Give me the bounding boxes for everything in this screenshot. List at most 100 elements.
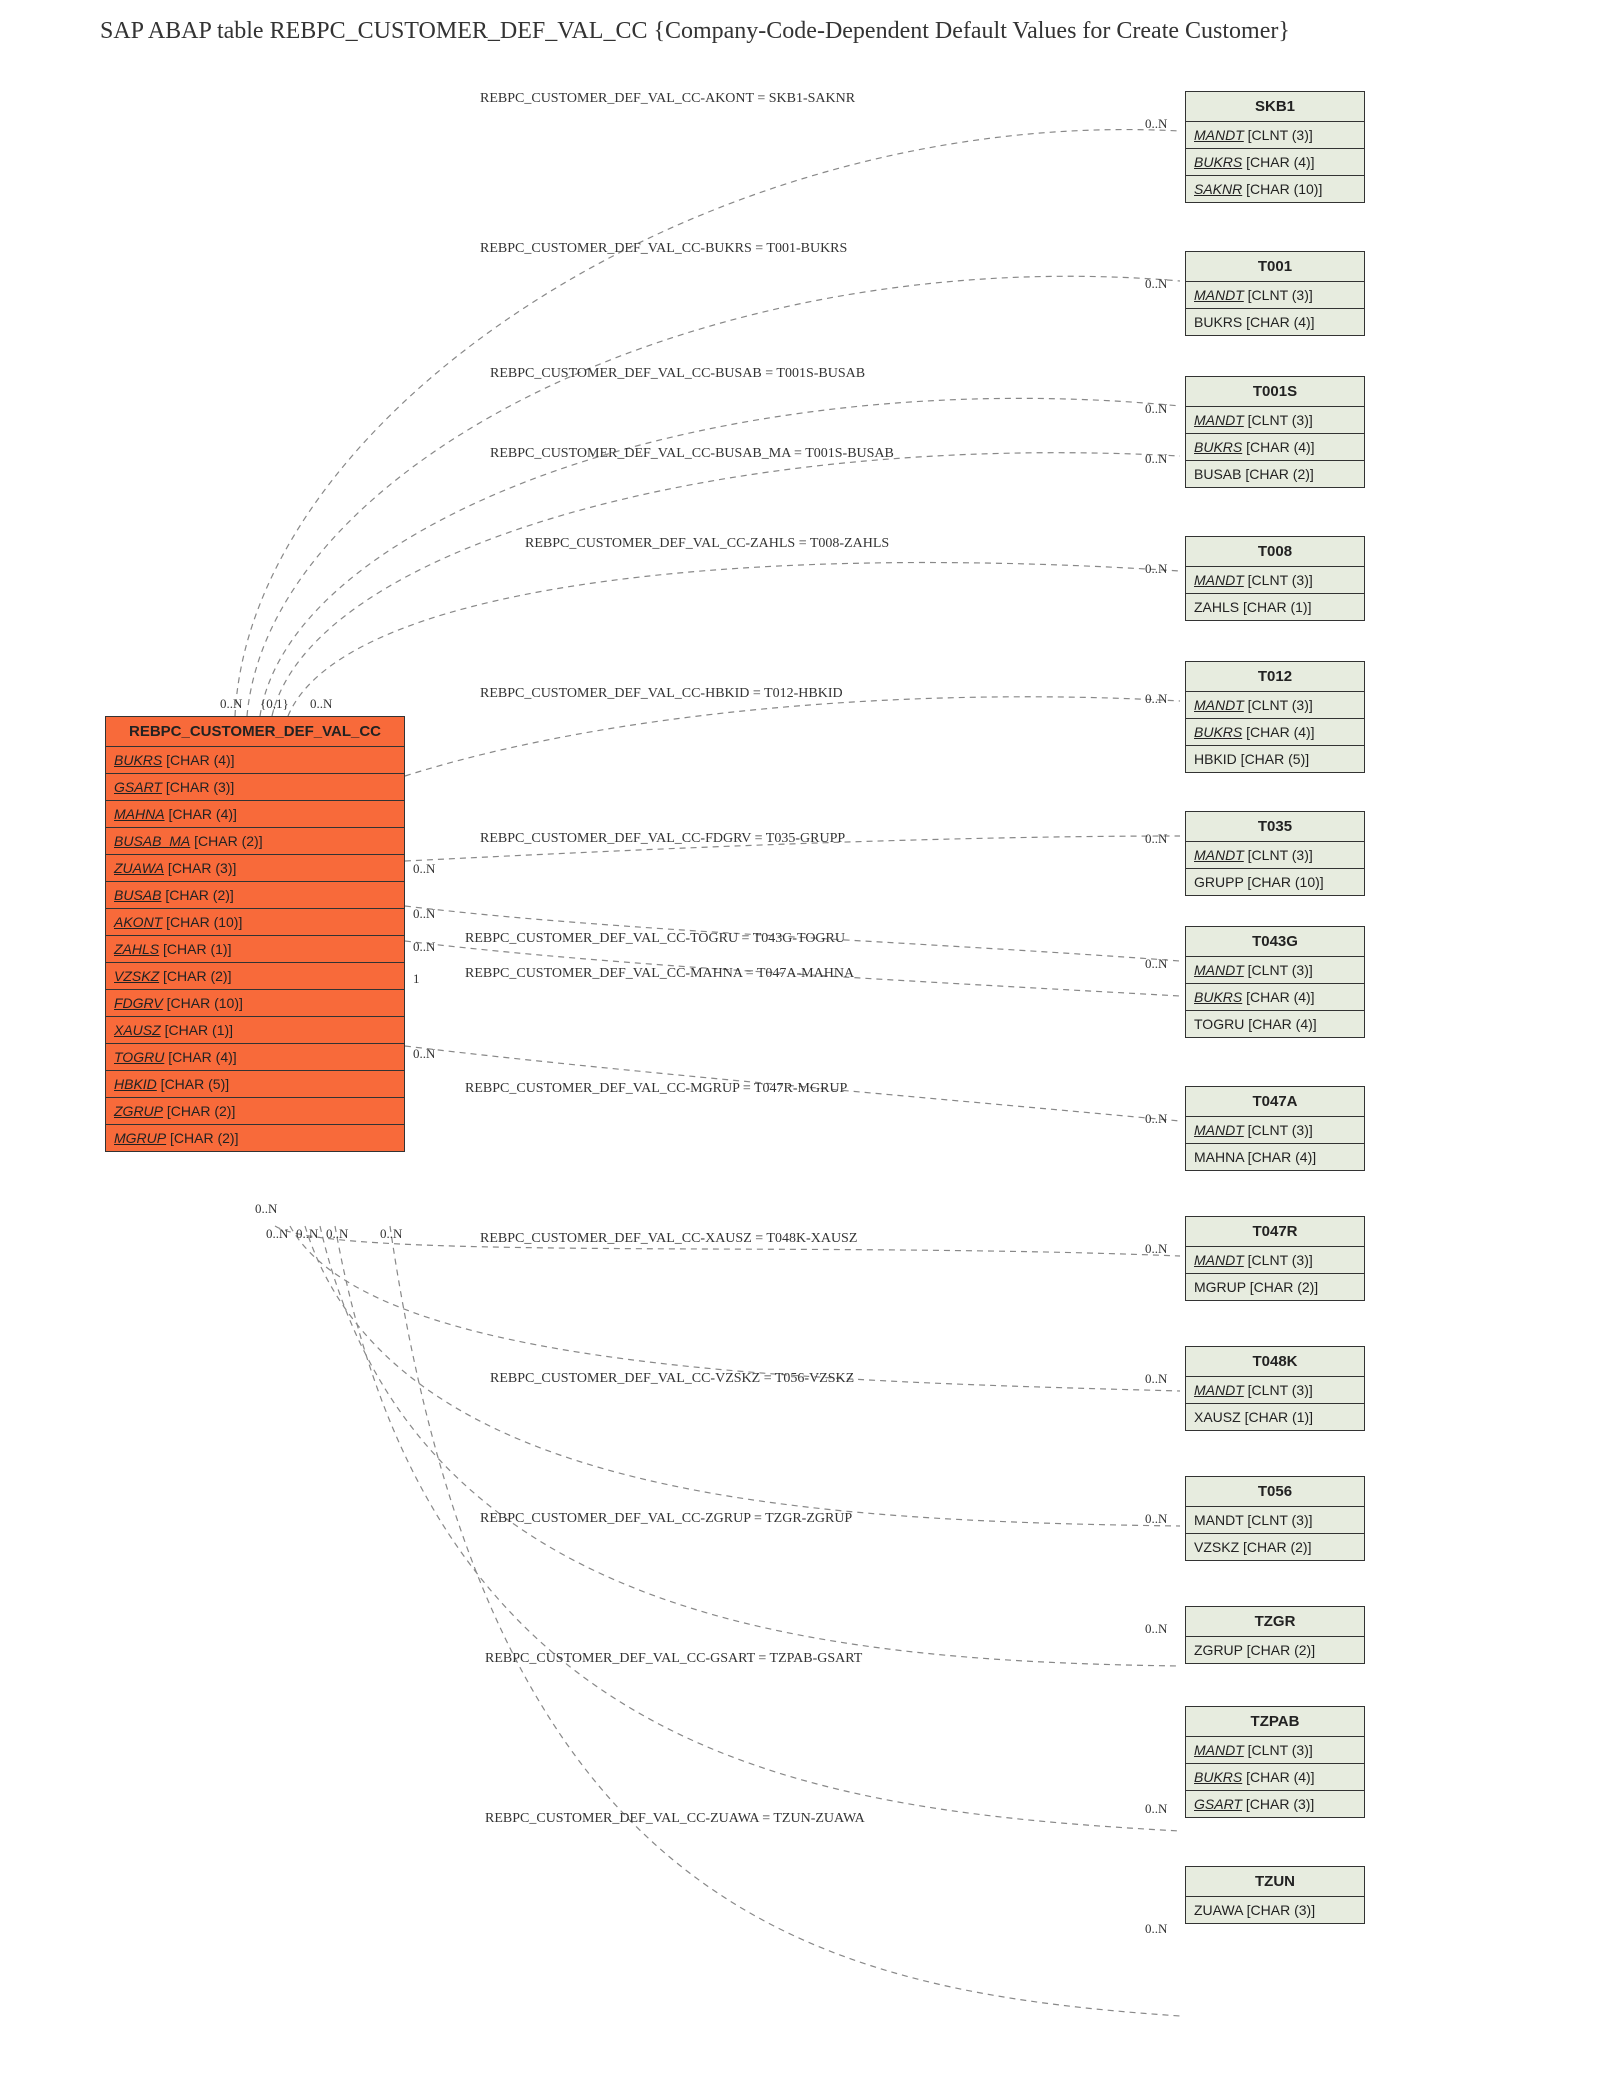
entity-tzun: TZUN ZUAWA [CHAR (3)] (1185, 1866, 1365, 1924)
target-field-row: BUSAB [CHAR (2)] (1186, 461, 1364, 487)
field-type: [CHAR (4)] (165, 806, 237, 822)
field-type: [CHAR (4)] (1242, 439, 1314, 455)
target-field-row: GRUPP [CHAR (10)] (1186, 869, 1364, 895)
field-type: [CHAR (4)] (1244, 1149, 1316, 1165)
field-name: BUKRS (1194, 439, 1242, 455)
entity-t047a: T047A MANDT [CLNT (3)]MAHNA [CHAR (4)] (1185, 1086, 1365, 1171)
card-mid-3: 1 (413, 971, 420, 987)
field-name: AKONT (114, 914, 162, 930)
card-bot-2: 0..N (326, 1226, 348, 1242)
field-name: MGRUP (114, 1130, 166, 1146)
target-field-row: BUKRS [CHAR (4)] (1186, 984, 1364, 1011)
main-field-row: VZSKZ [CHAR (2)] (106, 963, 404, 990)
main-field-row: ZAHLS [CHAR (1)] (106, 936, 404, 963)
card-mid-1: 0..N (413, 906, 435, 922)
field-name: BUKRS (1194, 1769, 1242, 1785)
field-name: MAHNA (1194, 1149, 1244, 1165)
field-type: [CLNT (3)] (1244, 287, 1313, 303)
field-type: [CHAR (10)] (162, 914, 242, 930)
rel-3: REBPC_CUSTOMER_DEF_VAL_CC-BUSAB_MA = T00… (490, 446, 894, 462)
target-field-row: BUKRS [CHAR (4)] (1186, 434, 1364, 461)
field-type: [CHAR (2)] (190, 833, 262, 849)
target-field-row: MANDT [CLNT (3)] (1186, 692, 1364, 719)
card-l-top-1: {0,1} (260, 696, 289, 712)
entity-t012: T012 MANDT [CLNT (3)]BUKRS [CHAR (4)]HBK… (1185, 661, 1365, 773)
main-field-row: BUSAB [CHAR (2)] (106, 882, 404, 909)
rcard-2: 0..N (1145, 401, 1167, 417)
field-type: [CHAR (4)] (1244, 1016, 1316, 1032)
entity-t047a-header: T047A (1186, 1087, 1364, 1117)
target-field-row: BUKRS [CHAR (4)] (1186, 309, 1364, 335)
target-field-row: TOGRU [CHAR (4)] (1186, 1011, 1364, 1037)
field-type: [CHAR (5)] (1237, 751, 1309, 767)
field-name: ZGRUP (1194, 1642, 1243, 1658)
field-name: BUKRS (1194, 154, 1242, 170)
page-title: SAP ABAP table REBPC_CUSTOMER_DEF_VAL_CC… (100, 18, 1610, 45)
field-name: FDGRV (114, 995, 163, 1011)
field-name: MANDT (1194, 1252, 1244, 1268)
field-type: [CHAR (10)] (1242, 181, 1322, 197)
card-bot-x0: 0..N (255, 1201, 277, 1217)
field-name: XAUSZ (1194, 1409, 1241, 1425)
field-name: GSART (1194, 1796, 1242, 1812)
field-type: [CLNT (3)] (1244, 697, 1313, 713)
target-field-row: MANDT [CLNT (3)] (1186, 1507, 1364, 1534)
target-field-row: MANDT [CLNT (3)] (1186, 1377, 1364, 1404)
rcard-12: 0..N (1145, 1511, 1167, 1527)
entity-tzgr-header: TZGR (1186, 1607, 1364, 1637)
field-type: [CHAR (2)] (1246, 1279, 1318, 1295)
rcard-15: 0..N (1145, 1921, 1167, 1937)
field-name: BUSAB (114, 887, 161, 903)
field-type: [CHAR (3)] (162, 779, 234, 795)
card-bot-3: 0..N (380, 1226, 402, 1242)
entity-t056-header: T056 (1186, 1477, 1364, 1507)
entity-skb1-header: SKB1 (1186, 92, 1364, 122)
field-type: [CLNT (3)] (1244, 962, 1313, 978)
rel-10: REBPC_CUSTOMER_DEF_VAL_CC-XAUSZ = T048K-… (480, 1231, 857, 1247)
field-type: [CHAR (1)] (1239, 599, 1311, 615)
field-name: MANDT (1194, 572, 1244, 588)
field-name: MGRUP (1194, 1279, 1246, 1295)
field-type: [CLNT (3)] (1244, 1122, 1313, 1138)
field-type: [CHAR (3)] (1243, 1902, 1315, 1918)
target-field-row: MANDT [CLNT (3)] (1186, 1117, 1364, 1144)
main-field-row: AKONT [CHAR (10)] (106, 909, 404, 936)
target-field-row: XAUSZ [CHAR (1)] (1186, 1404, 1364, 1430)
main-field-row: MAHNA [CHAR (4)] (106, 801, 404, 828)
field-type: [CHAR (4)] (1242, 989, 1314, 1005)
target-field-row: MANDT [CLNT (3)] (1186, 282, 1364, 309)
field-name: VZSKZ (1194, 1539, 1239, 1555)
entity-t048k-header: T048K (1186, 1347, 1364, 1377)
field-type: [CHAR (2)] (1239, 1539, 1311, 1555)
entity-t001-header: T001 (1186, 252, 1364, 282)
target-field-row: BUKRS [CHAR (4)] (1186, 149, 1364, 176)
card-mid-0: 0..N (413, 861, 435, 877)
field-name: BUSAB (1194, 466, 1241, 482)
field-type: [CHAR (2)] (1241, 466, 1313, 482)
field-type: [CLNT (3)] (1244, 1742, 1313, 1758)
target-field-row: GSART [CHAR (3)] (1186, 1791, 1364, 1817)
rel-12: REBPC_CUSTOMER_DEF_VAL_CC-ZGRUP = TZGR-Z… (480, 1511, 852, 1527)
field-type: [CHAR (3)] (1242, 1796, 1314, 1812)
field-name: TOGRU (114, 1049, 164, 1065)
field-type: [CLNT (3)] (1244, 572, 1313, 588)
field-type: [CHAR (3)] (164, 860, 236, 876)
rcard-6: 0..N (1145, 831, 1167, 847)
field-type: [CHAR (1)] (159, 941, 231, 957)
entity-t012-header: T012 (1186, 662, 1364, 692)
target-field-row: MAHNA [CHAR (4)] (1186, 1144, 1364, 1170)
card-bot-1: 0..N (296, 1226, 318, 1242)
field-name: VZSKZ (114, 968, 159, 984)
field-type: [CHAR (1)] (1241, 1409, 1313, 1425)
field-name: MANDT (1194, 127, 1244, 143)
entity-t001: T001 MANDT [CLNT (3)]BUKRS [CHAR (4)] (1185, 251, 1365, 336)
rcard-4: 0..N (1145, 561, 1167, 577)
main-field-row: BUKRS [CHAR (4)] (106, 747, 404, 774)
rel-8: REBPC_CUSTOMER_DEF_VAL_CC-MAHNA = T047A-… (465, 966, 854, 982)
card-l-top-2: 0..N (310, 696, 332, 712)
field-name: BUSAB_MA (114, 833, 190, 849)
target-field-row: MGRUP [CHAR (2)] (1186, 1274, 1364, 1300)
field-type: [CHAR (10)] (1244, 874, 1324, 890)
card-mid-2: 0..N (413, 939, 435, 955)
rcard-9: 0..N (1145, 1111, 1167, 1127)
